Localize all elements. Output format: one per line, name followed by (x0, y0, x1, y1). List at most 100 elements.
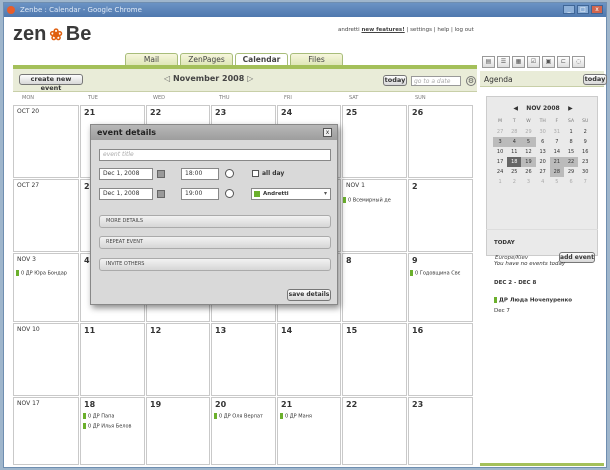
mini-day[interactable]: 22 (563, 157, 579, 167)
maximize-button[interactable]: □ (577, 5, 589, 14)
mini-day[interactable]: 6 (564, 177, 578, 187)
mini-day[interactable]: 13 (536, 147, 550, 157)
calendar-event[interactable]: 0 Годовщина Свє (410, 270, 460, 277)
calendar-event[interactable]: 0 ДР Юра Бондар (16, 270, 67, 277)
mini-day[interactable]: 30 (578, 167, 592, 177)
mini-day[interactable]: 1 (564, 127, 578, 137)
day-cell[interactable]: 9 (408, 253, 473, 322)
mini-day[interactable]: 3 (493, 137, 508, 147)
mini-day[interactable]: 20 (536, 157, 550, 167)
mini-day[interactable]: 28 (507, 127, 521, 137)
event-title-input[interactable]: event title (99, 149, 331, 161)
calendar-event[interactable]: 0 ДР Илья Белов (83, 423, 131, 430)
agenda-event[interactable]: ДР Люда Ночепуренко (494, 297, 572, 304)
end-date-field[interactable]: Dec 1, 2008 (99, 188, 153, 200)
view-list-icon[interactable]: ☰ (497, 56, 510, 68)
mini-day[interactable]: 12 (521, 147, 535, 157)
more-details-button[interactable]: MORE DETAILS (99, 215, 331, 228)
mini-day[interactable]: 2 (578, 127, 592, 137)
mini-day[interactable]: 1 (493, 177, 507, 187)
mini-day[interactable]: 15 (564, 147, 578, 157)
day-cell[interactable]: 2 (408, 179, 473, 252)
mini-day[interactable]: 30 (536, 127, 550, 137)
calendar-event[interactable]: 0 ДР Папа (83, 413, 114, 420)
minimize-button[interactable]: _ (563, 5, 575, 14)
mini-day[interactable]: 4 (507, 137, 522, 147)
mini-day[interactable]: 18 (507, 157, 522, 167)
mini-day[interactable]: 21 (549, 157, 564, 167)
day-cell[interactable]: 14 (277, 323, 341, 396)
chat-icon[interactable]: ◌ (572, 56, 585, 68)
calendar-event[interactable]: 0 ДР Маня (280, 413, 312, 420)
mini-day[interactable]: 6 (536, 137, 550, 147)
new-features-link[interactable]: new features! (361, 27, 404, 33)
allday-checkbox[interactable] (252, 170, 259, 177)
day-cell[interactable]: 18 (80, 397, 145, 465)
mini-day[interactable]: 14 (550, 147, 564, 157)
mini-day[interactable]: 5 (550, 177, 564, 187)
account-links[interactable]: | settings | help | log out (406, 27, 473, 33)
dialog-close-icon[interactable]: x (323, 128, 332, 137)
today-button[interactable]: today (383, 75, 407, 86)
mini-day[interactable]: 29 (564, 167, 578, 177)
mini-next-icon[interactable]: ▶ (568, 105, 573, 112)
mini-day[interactable]: 5 (521, 137, 536, 147)
view-agenda-icon[interactable]: ▤ (482, 56, 495, 68)
day-cell[interactable]: OCT 27 (13, 179, 79, 252)
view-tasks-icon[interactable]: ⊏ (557, 56, 570, 68)
mini-day[interactable]: 10 (493, 147, 507, 157)
mini-prev-icon[interactable]: ◀ (513, 105, 518, 112)
day-cell[interactable]: 13 (211, 323, 276, 396)
mini-day[interactable]: 27 (493, 127, 507, 137)
mini-day[interactable]: 19 (521, 157, 536, 167)
mini-day[interactable]: 24 (493, 167, 507, 177)
day-cell[interactable]: 16 (408, 323, 473, 396)
mini-day[interactable]: 25 (507, 167, 521, 177)
day-cell[interactable]: 11 (80, 323, 145, 396)
go-to-date-input[interactable]: go to a date (411, 76, 461, 86)
day-cell[interactable]: 23 (408, 397, 473, 465)
day-cell[interactable]: 25 (342, 105, 407, 178)
mini-day[interactable]: 27 (536, 167, 550, 177)
prev-month-icon[interactable]: ◁ (164, 74, 170, 83)
end-time-field[interactable]: 19:00 (181, 188, 219, 200)
day-cell[interactable]: NOV 1 (342, 179, 407, 252)
calendar-picker-icon[interactable] (157, 170, 165, 178)
clock-icon[interactable] (225, 189, 234, 198)
start-time-field[interactable]: 18:00 (181, 168, 219, 180)
day-cell[interactable]: 8 (342, 253, 407, 322)
save-details-button[interactable]: save details (287, 289, 331, 301)
day-cell[interactable]: 15 (342, 323, 407, 396)
day-cell[interactable]: 20 (211, 397, 276, 465)
day-cell[interactable]: NOV 17 (13, 397, 79, 465)
mini-day[interactable]: 29 (521, 127, 535, 137)
clock-icon[interactable] (225, 169, 234, 178)
next-month-icon[interactable]: ▷ (247, 74, 253, 83)
mini-day[interactable]: 26 (521, 167, 535, 177)
mini-day[interactable]: 8 (564, 137, 578, 147)
calendar-select[interactable]: Andretti ▾ (251, 188, 331, 200)
mini-day[interactable]: 3 (521, 177, 535, 187)
day-cell[interactable]: 19 (146, 397, 210, 465)
view-grid-icon[interactable]: ▦ (512, 56, 525, 68)
settings-gear-icon[interactable]: ⚙ (466, 76, 476, 86)
mini-day[interactable]: 4 (536, 177, 550, 187)
start-date-field[interactable]: Dec 1, 2008 (99, 168, 153, 180)
view-box-icon[interactable]: ▣ (542, 56, 555, 68)
close-window-button[interactable]: x (591, 5, 603, 14)
mini-day[interactable]: 2 (507, 177, 521, 187)
day-cell[interactable]: 21 (277, 397, 341, 465)
create-new-event-button[interactable]: create new event (19, 74, 83, 92)
mini-day[interactable]: 9 (578, 137, 592, 147)
tab-calendar[interactable]: Calendar (235, 53, 288, 65)
mini-day[interactable]: 28 (549, 167, 564, 177)
day-cell[interactable]: OCT 20 (13, 105, 79, 178)
day-cell[interactable]: NOV 10 (13, 323, 79, 396)
mini-day[interactable]: 7 (578, 177, 592, 187)
day-cell[interactable]: NOV 3 (13, 253, 79, 322)
mini-day[interactable]: 31 (550, 127, 564, 137)
tab-mail[interactable]: Mail (125, 53, 178, 65)
day-cell[interactable]: 22 (342, 397, 407, 465)
mini-day[interactable]: 23 (578, 157, 592, 167)
calendar-picker-icon[interactable] (157, 190, 165, 198)
